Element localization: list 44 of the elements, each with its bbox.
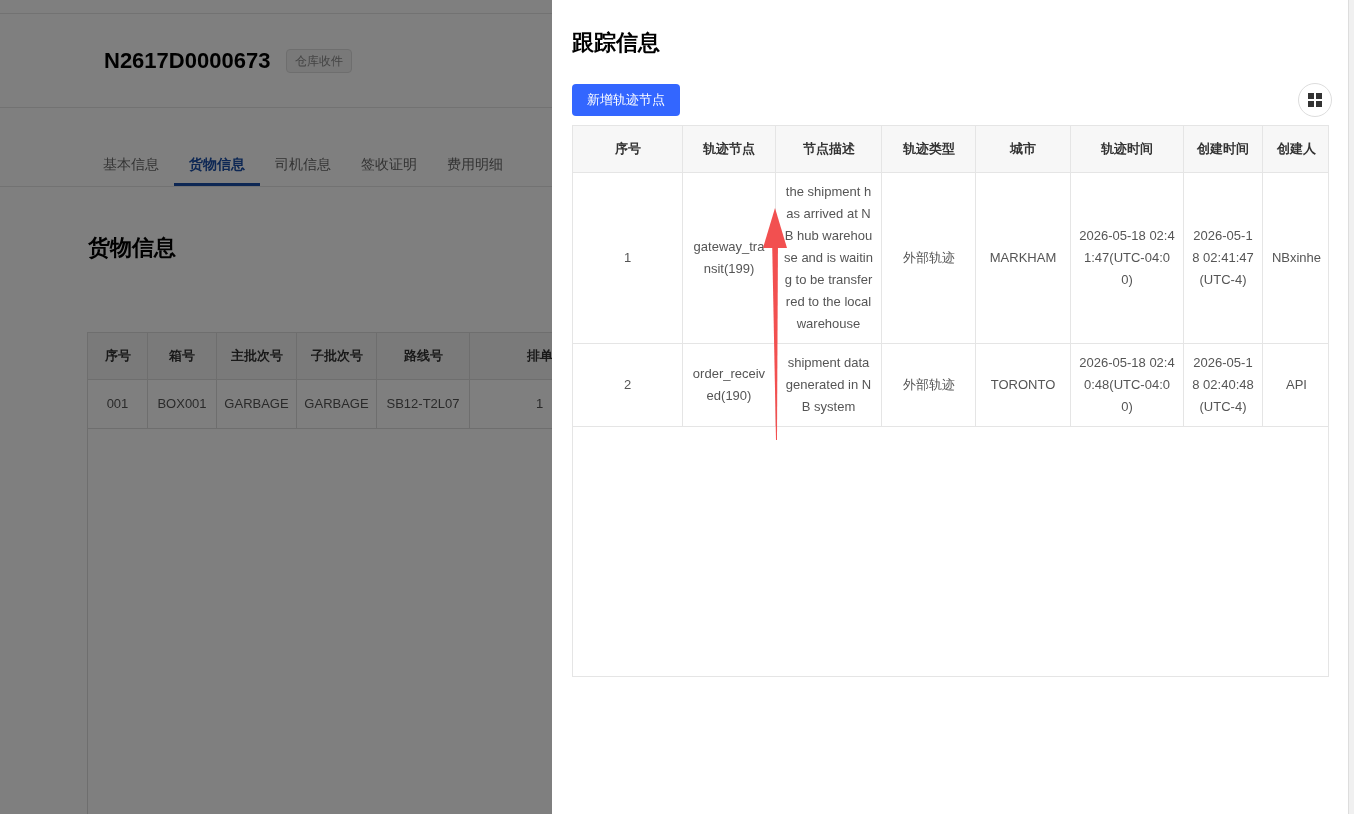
column-header: 城市: [976, 126, 1071, 172]
table-cell: GARBAGE: [217, 380, 297, 428]
column-header: 创建时间: [1184, 126, 1263, 172]
tab[interactable]: 签收证明: [346, 145, 432, 186]
table-cell: SB12-T2L07: [377, 380, 470, 428]
table-cell-text: 2026-05-18 02:40:48(UTC-04:00): [1079, 354, 1175, 416]
table-cell-text: 外部轨迹: [902, 376, 955, 394]
table-cell: 001: [88, 380, 148, 428]
table-cell-text: TORONTO: [990, 376, 1056, 394]
table-cell-text: MARKHAM: [989, 249, 1057, 267]
order-number: N2617D0000673: [104, 47, 271, 75]
tab[interactable]: 基本信息: [88, 145, 174, 186]
add-node-button[interactable]: 新增轨迹节点: [572, 84, 680, 116]
column-header: 节点描述: [776, 126, 882, 172]
column-header: 序号: [88, 333, 148, 379]
column-header: 轨迹节点: [683, 126, 776, 172]
table-cell-text: 2026-05-18 02:41:47(UTC-4): [1192, 227, 1254, 289]
column-header: 创建人: [1276, 140, 1317, 159]
grid-icon: [1308, 93, 1322, 107]
column-header: 轨迹时间: [1071, 126, 1184, 172]
column-header: 路线号: [377, 333, 470, 379]
table-cell: GARBAGE: [297, 380, 377, 428]
table-cell-text: 外部轨迹: [902, 249, 955, 267]
table-cell-text: gateway_transit(199): [692, 238, 766, 278]
tab[interactable]: 货物信息: [174, 145, 260, 186]
tab[interactable]: 费用明细: [432, 145, 518, 186]
table-cell-text: shipment data generated in NB system: [784, 354, 873, 416]
table-cell-text: 1: [623, 249, 632, 267]
drawer-title: 跟踪信息: [572, 29, 660, 57]
section-title: 货物信息: [88, 234, 176, 262]
table-cell-text: API: [1286, 376, 1307, 394]
column-header: 主批次号: [217, 333, 297, 379]
table-cell-text: order_received(190): [691, 365, 767, 405]
column-header: 子批次号: [297, 333, 377, 379]
tab[interactable]: 司机信息: [260, 145, 346, 186]
table-cell: BOX001: [148, 380, 217, 428]
table-cell-text: NBxinhe: [1271, 249, 1322, 267]
table-cell-text: 2: [623, 376, 632, 394]
table-cell-text: 2026-05-18 02:41:47(UTC-04:00): [1079, 227, 1175, 289]
table-cell-text: 2026-05-18 02:40:48(UTC-4): [1192, 354, 1254, 416]
column-header: 轨迹类型: [882, 126, 976, 172]
table-cell-text: the shipment has arrived at NB hub warehouse and is waiting to be transferred to the local warehouse: [784, 183, 873, 333]
column-header: 序号: [573, 126, 683, 172]
column-header: 箱号: [148, 333, 217, 379]
